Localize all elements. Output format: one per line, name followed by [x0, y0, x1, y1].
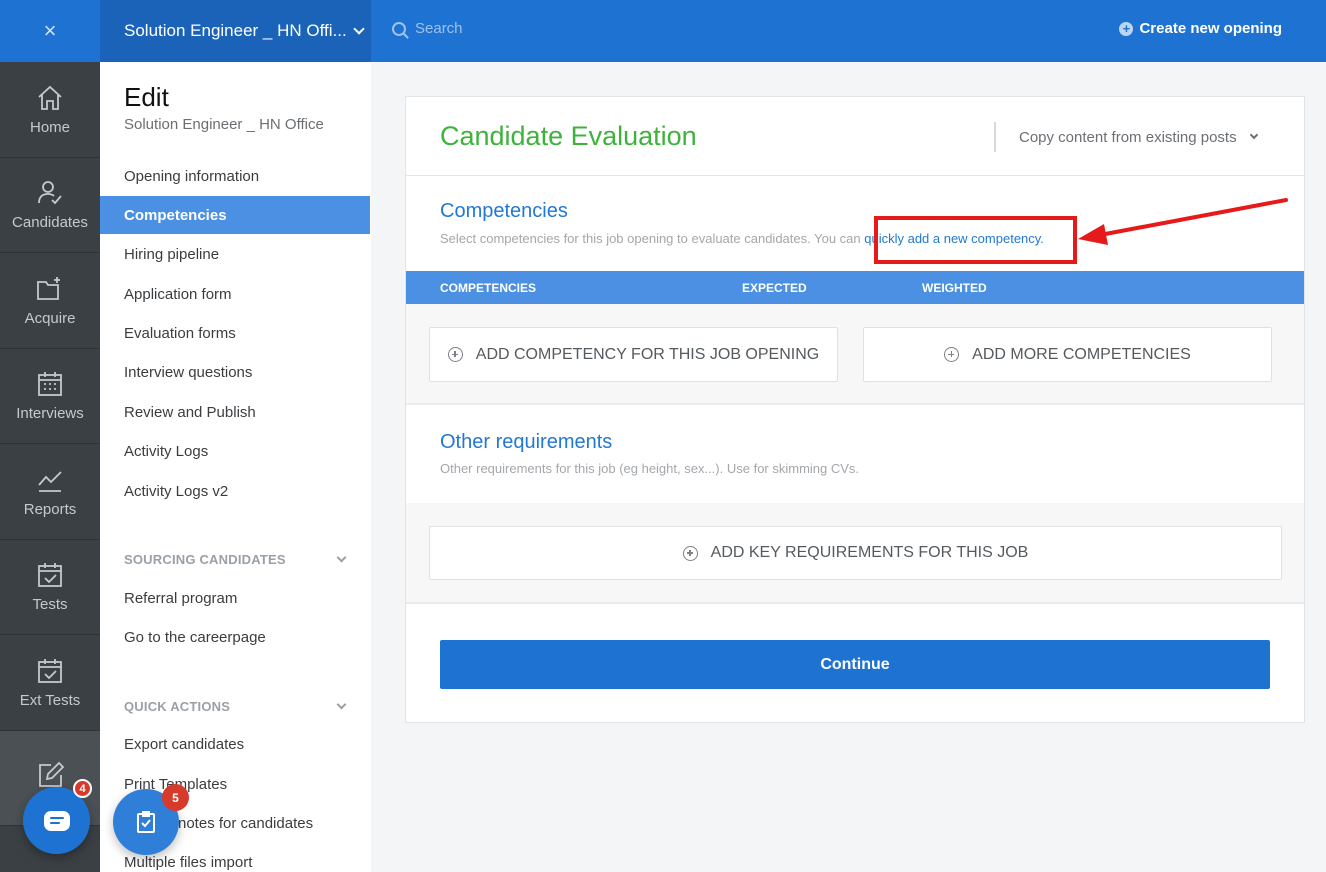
- calendar-check-icon: [38, 658, 62, 683]
- top-bar: × Solution Engineer _ HN Offi... Search …: [0, 0, 1326, 62]
- competencies-description-text: Select competencies for this job opening…: [440, 231, 865, 246]
- add-more-competencies-label: ADD MORE COMPETENCIES: [972, 345, 1191, 363]
- rail-label-ext-tests: Ext Tests: [19, 691, 81, 709]
- edit-sidebar: Edit Solution Engineer _ HN Office Openi…: [100, 62, 371, 872]
- sourcing-candidates-header[interactable]: SOURCING CANDIDATES: [124, 552, 349, 567]
- competencies-actions: ADD COMPETENCY FOR THIS JOB OPENING ADD …: [406, 304, 1304, 405]
- continue-button[interactable]: Continue: [440, 640, 1270, 689]
- quick-actions-label: QUICK ACTIONS: [124, 699, 231, 714]
- job-selector-label: Solution Engineer _ HN Offi...: [124, 21, 347, 40]
- rail-item-interviews[interactable]: Interviews: [0, 349, 100, 444]
- search-placeholder: Search: [415, 20, 463, 37]
- rail-item-reports[interactable]: Reports: [0, 444, 100, 540]
- column-competencies: COMPETENCIES: [440, 281, 537, 295]
- rail-item-home[interactable]: Home: [0, 62, 100, 158]
- rail-label-tests: Tests: [32, 596, 68, 614]
- quick-actions-header[interactable]: QUICK ACTIONS: [124, 699, 349, 714]
- chart-line-icon: [38, 471, 62, 492]
- rail-label-home: Home: [29, 118, 70, 136]
- sidebar-item-referral-program[interactable]: Referral program: [100, 579, 370, 617]
- close-button[interactable]: ×: [0, 0, 100, 62]
- column-expected: EXPECTED: [742, 281, 807, 295]
- chevron-down-icon: [336, 699, 347, 710]
- sidebar-title: Edit: [124, 82, 169, 112]
- add-more-competencies-button[interactable]: ADD MORE COMPETENCIES: [863, 327, 1272, 382]
- card-header: Candidate Evaluation Copy content from e…: [406, 97, 1304, 176]
- chat-icon: [43, 810, 70, 831]
- chevron-down-icon: [1249, 130, 1258, 140]
- plus-circle-icon: [944, 347, 960, 362]
- other-requirements-description: Other requirements for this job (eg heig…: [440, 461, 860, 476]
- copy-content-label: Copy content from existing posts: [1019, 128, 1237, 146]
- job-selector[interactable]: Solution Engineer _ HN Offi...: [100, 0, 371, 62]
- competencies-table-header: COMPETENCIES EXPECTED WEIGHTED: [406, 271, 1304, 304]
- chevron-down-icon: [353, 22, 365, 35]
- page-title: Candidate Evaluation: [440, 121, 697, 151]
- rail-label-reports: Reports: [23, 500, 77, 518]
- add-competency-button[interactable]: ADD COMPETENCY FOR THIS JOB OPENING: [429, 327, 838, 382]
- other-requirements-title: Other requirements: [440, 431, 613, 453]
- sidebar-item-review-publish[interactable]: Review and Publish: [100, 393, 370, 431]
- plus-circle-icon: [682, 545, 698, 561]
- copy-content-dropdown[interactable]: Copy content from existing posts: [994, 122, 1258, 152]
- sidebar-item-export-candidates[interactable]: Export candidates: [100, 725, 370, 763]
- create-new-opening-label: Create new opening: [1139, 20, 1282, 37]
- sidebar-item-competencies[interactable]: Competencies: [100, 196, 370, 234]
- sidebar-item-hiring-pipeline[interactable]: Hiring pipeline: [100, 235, 370, 273]
- plus-circle-icon: +: [1119, 21, 1134, 36]
- sidebar-item-interview-questions[interactable]: Interview questions: [100, 353, 370, 391]
- search-input[interactable]: Search: [392, 20, 463, 37]
- rail-label-candidates: Candidates: [12, 214, 88, 232]
- plus-circle-icon: [447, 347, 463, 362]
- rail-item-ext-tests[interactable]: Ext Tests: [0, 635, 100, 731]
- add-competency-label: ADD COMPETENCY FOR THIS JOB OPENING: [475, 345, 820, 363]
- rail-item-acquire[interactable]: Acquire: [0, 253, 100, 349]
- candidates-icon: [38, 181, 62, 205]
- close-icon: ×: [43, 18, 57, 43]
- sidebar-item-activity-logs[interactable]: Activity Logs: [100, 432, 370, 470]
- folder-plus-icon: [37, 276, 60, 300]
- sidebar-item-evaluation-forms[interactable]: Evaluation forms: [100, 314, 370, 352]
- add-key-requirements-label: ADD KEY REQUIREMENTS FOR THIS JOB: [710, 544, 1029, 561]
- annotation-arrow: [1078, 198, 1288, 245]
- clipboard-check-icon: [137, 811, 155, 833]
- sidebar-subtitle: Solution Engineer _ HN Office: [124, 116, 324, 133]
- edit-icon: [39, 761, 65, 787]
- sidebar-item-application-form[interactable]: Application form: [100, 275, 370, 313]
- annotation-highlight-box: [874, 216, 1077, 264]
- sidebar-item-activity-logs-v2[interactable]: Activity Logs v2: [100, 472, 370, 510]
- home-icon: [38, 85, 62, 110]
- rail-item-candidates[interactable]: Candidates: [0, 158, 100, 253]
- other-requirements-actions: ADD KEY REQUIREMENTS FOR THIS JOB: [406, 503, 1304, 604]
- rail-item-tests[interactable]: Tests: [0, 540, 100, 635]
- icon-rail: Home Candidates Acquire Interviews Repor…: [0, 62, 100, 872]
- search-icon: [392, 21, 406, 36]
- sidebar-item-careerpage[interactable]: Go to the careerpage: [100, 618, 370, 656]
- sourcing-candidates-label: SOURCING CANDIDATES: [124, 552, 286, 567]
- calendar-check-icon: [38, 563, 62, 588]
- tasks-badge: 5: [162, 784, 189, 811]
- rail-label-acquire: Acquire: [24, 309, 76, 327]
- rail-label-interviews: Interviews: [16, 405, 84, 423]
- column-weighted: WEIGHTED: [922, 281, 987, 295]
- add-key-requirements-button[interactable]: ADD KEY REQUIREMENTS FOR THIS JOB: [429, 526, 1282, 580]
- calendar-icon: [38, 372, 62, 397]
- competencies-title: Competencies: [440, 200, 568, 222]
- create-new-opening-button[interactable]: + Create new opening: [1119, 20, 1282, 37]
- sidebar-item-opening-information[interactable]: Opening information: [100, 157, 370, 195]
- chevron-down-icon: [336, 552, 347, 563]
- chat-badge: 4: [73, 779, 92, 798]
